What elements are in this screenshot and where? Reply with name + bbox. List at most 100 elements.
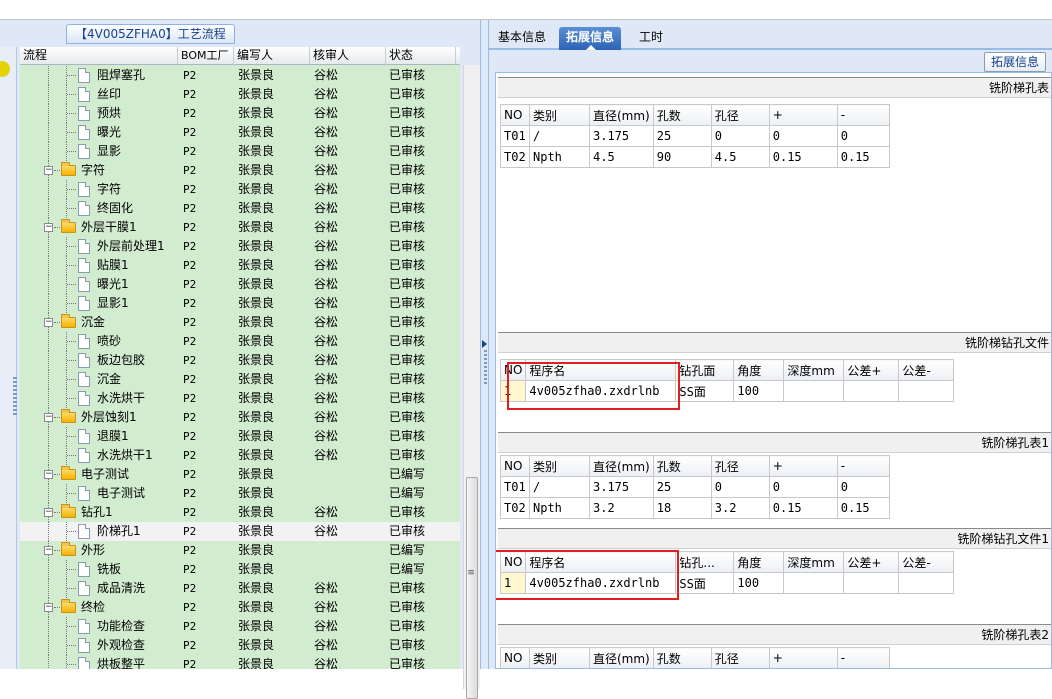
tree-vertical-scrollbar[interactable] [463, 65, 480, 699]
pane-splitter[interactable] [480, 20, 489, 669]
tree-row[interactable]: 预烘 P2 张景良 谷松 已审核 [20, 104, 460, 123]
tree-node[interactable]: − 字符 [20, 161, 178, 180]
table-cell[interactable] [843, 572, 900, 594]
table-cell[interactable]: / [529, 125, 590, 147]
tree-row[interactable]: 沉金 P2 张景良 谷松 已审核 [20, 370, 460, 389]
table-cell[interactable]: Npth [529, 497, 590, 519]
table-cell[interactable]: T01 [500, 476, 530, 498]
collapse-toggle-icon[interactable]: − [44, 223, 53, 232]
collapse-toggle-icon[interactable]: − [44, 413, 53, 422]
panel-title[interactable]: 【4V005ZFHA0】工艺流程 [66, 24, 235, 44]
tree-node[interactable]: 沉金 [20, 370, 178, 389]
tree-row[interactable]: 外观检查 P2 张景良 谷松 已审核 [20, 636, 460, 655]
tree-row[interactable]: 曝光 P2 张景良 谷松 已审核 [20, 123, 460, 142]
tree-node[interactable]: 退膜1 [20, 427, 178, 446]
tree-row[interactable]: 成品清洗 P2 张景良 谷松 已审核 [20, 579, 460, 598]
tree-row[interactable]: 阻焊塞孔 P2 张景良 谷松 已审核 [20, 66, 460, 85]
tree-node[interactable]: 水洗烘干 [20, 389, 178, 408]
column-header-bom[interactable]: BOM工厂 [178, 47, 234, 65]
tree-node[interactable]: 铣板 [20, 560, 178, 579]
tree-node[interactable]: 显影1 [20, 294, 178, 313]
table-cell[interactable]: 25 [652, 476, 712, 498]
table-header-cell[interactable]: 类别 [529, 455, 590, 477]
table-header-cell[interactable]: 孔数 [652, 647, 712, 668]
table-cell[interactable]: 0.15 [836, 497, 890, 519]
tree-row[interactable]: 水洗烘干 P2 张景良 谷松 已审核 [20, 389, 460, 408]
tree-row[interactable]: − 外形 P2 张景良 已编写 [20, 541, 460, 560]
tree-node[interactable]: 板边包胶 [20, 351, 178, 370]
tree-node[interactable]: 终固化 [20, 199, 178, 218]
tree-node[interactable]: 贴膜1 [20, 256, 178, 275]
tree-node[interactable]: 曝光 [20, 123, 178, 142]
tree-row[interactable]: 终固化 P2 张景良 谷松 已审核 [20, 199, 460, 218]
tree-node[interactable]: − 电子测试 [20, 465, 178, 484]
table-cell[interactable] [783, 572, 845, 594]
table-header-cell[interactable]: 钻孔... [675, 551, 735, 573]
tree-row[interactable]: 功能检查 P2 张景良 谷松 已审核 [20, 617, 460, 636]
collapse-toggle-icon[interactable]: − [44, 603, 53, 612]
tree-node[interactable]: 喷砂 [20, 332, 178, 351]
tree-node[interactable]: 阻焊塞孔 [20, 66, 178, 85]
table-header-cell[interactable]: 直径(mm) [589, 104, 654, 126]
table-header-cell[interactable]: - [836, 455, 890, 477]
table-cell[interactable]: 0 [768, 476, 838, 498]
tree-node[interactable]: 功能检查 [20, 617, 178, 636]
table-cell[interactable]: 100 [733, 380, 785, 402]
tree-node[interactable]: 预烘 [20, 104, 178, 123]
table-cell[interactable]: 0 [768, 125, 838, 147]
tree-node[interactable]: 字符 [20, 180, 178, 199]
table-header-cell[interactable]: 孔数 [652, 104, 712, 126]
table-row[interactable]: T01/3.175 25 0 0 0 [500, 125, 890, 147]
table-header-cell[interactable]: 公差+ [843, 359, 900, 381]
table-cell[interactable]: 4.5 [710, 146, 770, 168]
collapse-toggle-icon[interactable]: − [44, 470, 53, 479]
table-cell[interactable]: 0 [710, 476, 770, 498]
tree-row[interactable]: 退膜1 P2 张景良 谷松 已审核 [20, 427, 460, 446]
table-row[interactable]: T02 Npth 4.5 90 4.5 0.15 0.15 [500, 146, 890, 168]
tree-node[interactable]: − 终检 [20, 598, 178, 617]
table-header-cell[interactable]: NO [500, 455, 530, 477]
table-cell[interactable]: SS面 [675, 380, 735, 402]
tree-row[interactable]: 阶梯孔1 P2 张景良 谷松 已审核 [20, 522, 460, 541]
column-header-flow[interactable]: 流程 [20, 47, 178, 65]
table-cell[interactable]: 18 [652, 497, 712, 519]
tree-row[interactable]: 板边包胶 P2 张景良 谷松 已审核 [20, 351, 460, 370]
splitter-arrow-icon[interactable] [482, 340, 487, 348]
tree-row[interactable]: − 外层蚀刻1 P2 张景良 谷松 已审核 [20, 408, 460, 427]
tree-node[interactable]: 成品清洗 [20, 579, 178, 598]
table-cell[interactable] [843, 380, 900, 402]
column-header-checker[interactable]: 核审人 [310, 47, 386, 65]
table-cell[interactable]: 0 [836, 476, 890, 498]
table-header-cell[interactable]: + [768, 104, 838, 126]
table-cell[interactable] [898, 380, 955, 402]
tree-node[interactable]: 阶梯孔1 [20, 522, 178, 541]
tree-row[interactable]: 显影 P2 张景良 谷松 已审核 [20, 142, 460, 161]
tree-row[interactable]: 曝光1 P2 张景良 谷松 已审核 [20, 275, 460, 294]
extended-info-button[interactable]: 拓展信息 [984, 52, 1047, 72]
table-cell[interactable]: 0 [710, 125, 770, 147]
tree-row[interactable]: 显影1 P2 张景良 谷松 已审核 [20, 294, 460, 313]
table-header-cell[interactable]: - [836, 104, 890, 126]
table-header-cell[interactable]: 公差- [898, 359, 955, 381]
tree-node[interactable]: 电子测试 [20, 484, 178, 503]
tree-node[interactable]: − 外层干膜1 [20, 218, 178, 237]
table-header-cell[interactable]: 深度mm [783, 551, 845, 573]
tree-node[interactable]: 显影 [20, 142, 178, 161]
table-header-cell[interactable]: 公差- [898, 551, 955, 573]
tree-row[interactable]: 烘板整平 P2 张景良 谷松 已审核 [20, 655, 460, 669]
table-cell[interactable]: SS面 [675, 572, 735, 594]
table-header-cell[interactable]: 钻孔面 [675, 359, 735, 381]
table-header-cell[interactable]: 类别 [529, 647, 590, 668]
tab-work-hours[interactable]: 工时 [632, 27, 670, 50]
tree-node[interactable]: − 钻孔1 [20, 503, 178, 522]
table-header-cell[interactable]: 直径(mm) [589, 647, 654, 668]
table-cell[interactable]: T02 [500, 497, 530, 519]
table-cell[interactable]: 0 [836, 125, 890, 147]
table-cell[interactable]: 0.15 [768, 146, 838, 168]
tree-row[interactable]: 铣板 P2 张景良 已编写 [20, 560, 460, 579]
tree-row[interactable]: 电子测试 P2 张景良 已编写 [20, 484, 460, 503]
tree-node[interactable]: 丝印 [20, 85, 178, 104]
table-cell[interactable]: 3.2 [589, 497, 654, 519]
table-header-cell[interactable]: 深度mm [783, 359, 845, 381]
tree-row[interactable]: − 沉金 P2 张景良 谷松 已审核 [20, 313, 460, 332]
